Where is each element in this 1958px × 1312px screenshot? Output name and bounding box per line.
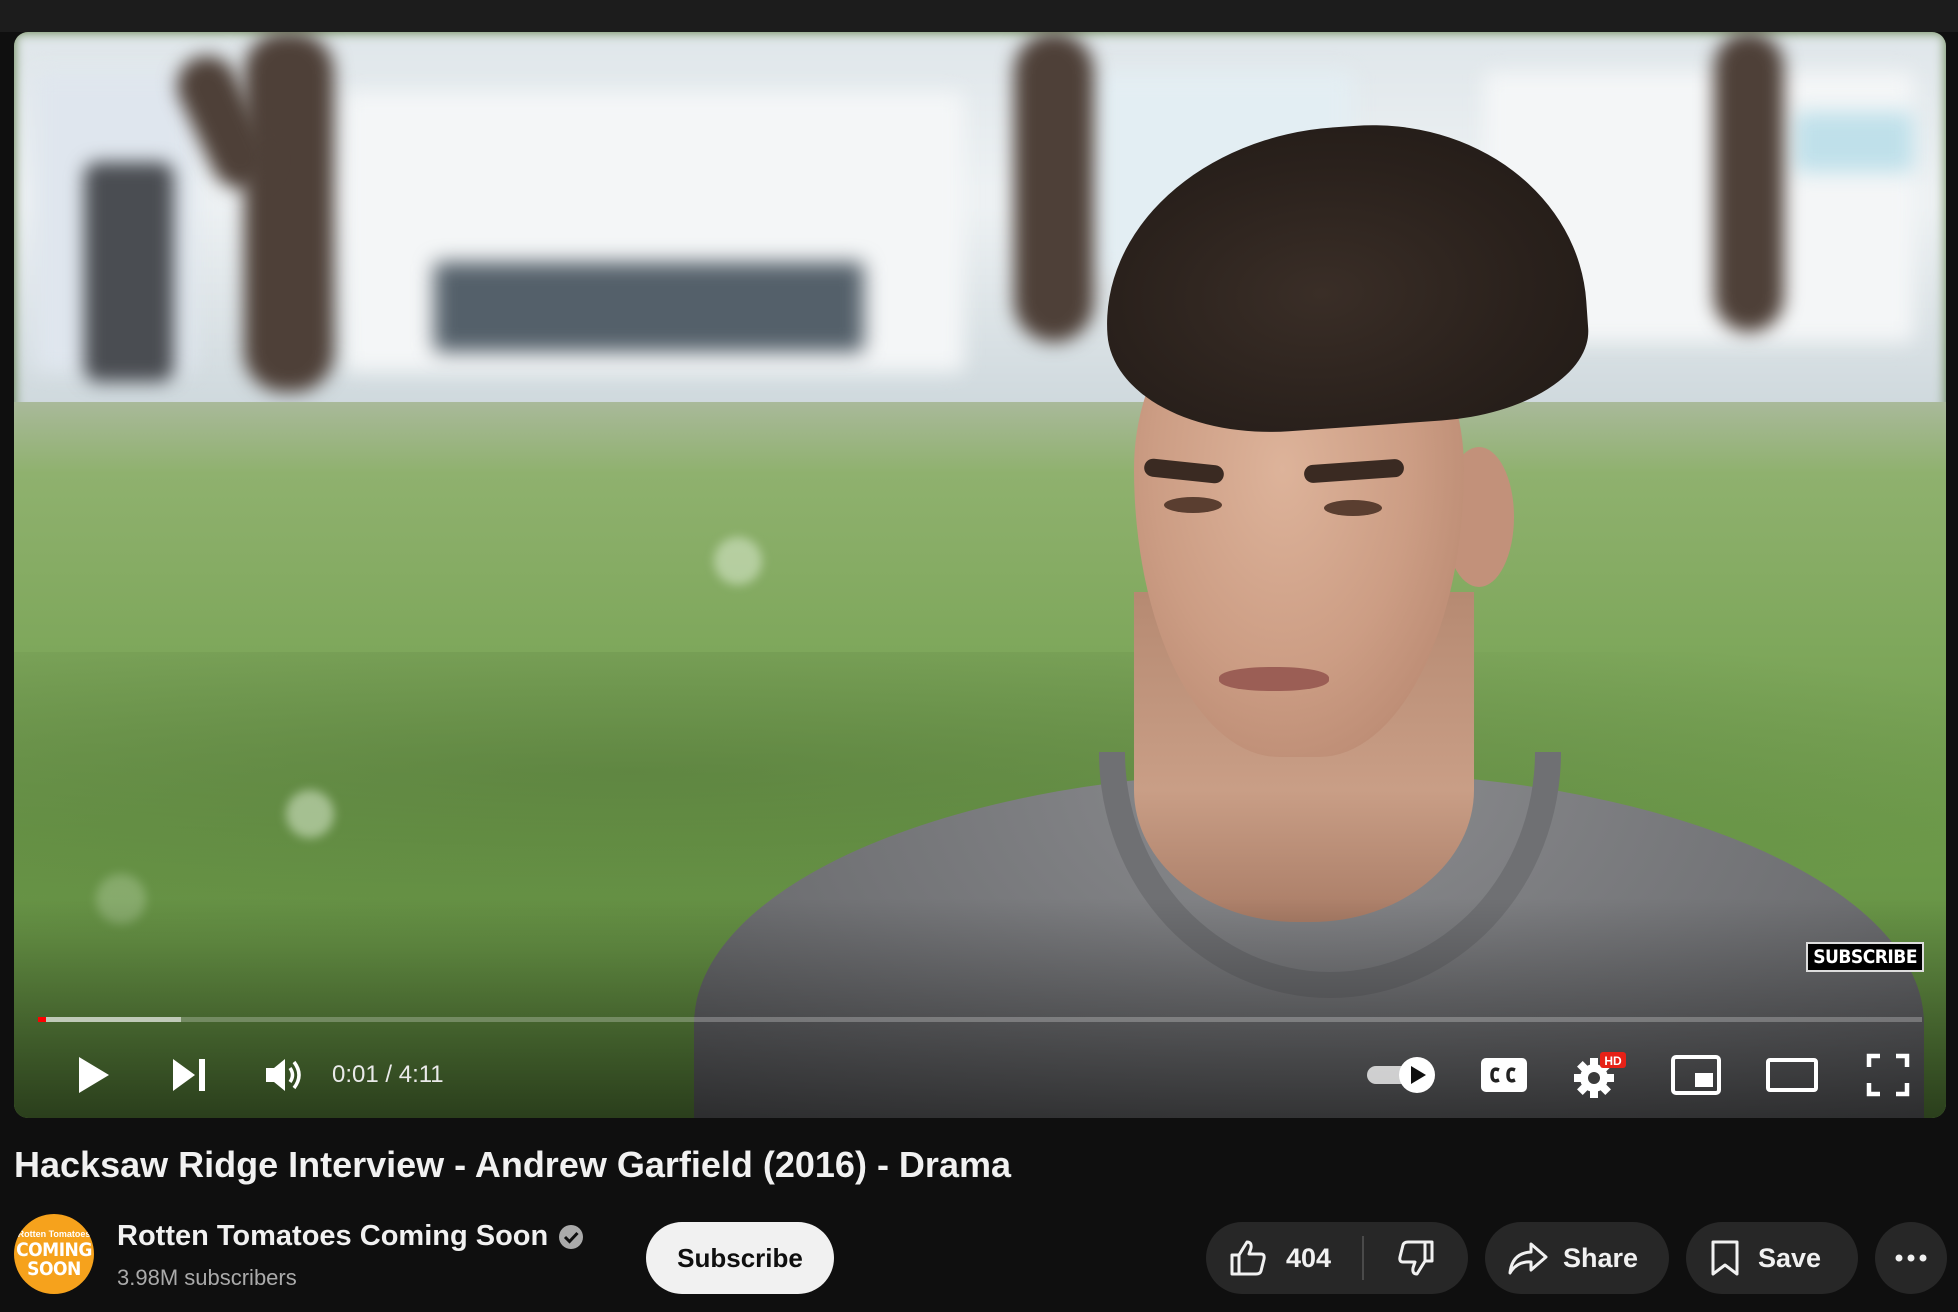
channel-name[interactable]: Rotten Tomatoes Coming Soon xyxy=(117,1220,548,1253)
progress-bar[interactable] xyxy=(38,1017,1922,1022)
volume-button[interactable] xyxy=(250,1042,320,1108)
settings-button[interactable]: HD xyxy=(1560,1042,1640,1108)
bookmark-icon xyxy=(1711,1240,1739,1276)
captions-icon xyxy=(1481,1058,1527,1092)
save-label: Save xyxy=(1758,1242,1822,1273)
miniplayer-icon xyxy=(1671,1055,1721,1095)
avatar-text-2: SOON xyxy=(27,1257,81,1280)
autoplay-toggle[interactable] xyxy=(1362,1042,1442,1108)
hd-badge: HD xyxy=(1604,1054,1622,1068)
share-icon xyxy=(1508,1242,1548,1275)
play-icon xyxy=(79,1057,109,1093)
fullscreen-button[interactable] xyxy=(1848,1042,1928,1108)
share-label: Share xyxy=(1563,1242,1639,1273)
save-button[interactable]: Save xyxy=(1686,1222,1858,1294)
volume-icon xyxy=(266,1059,301,1091)
like-dislike-bar: 404 xyxy=(1206,1222,1468,1294)
like-count: 404 xyxy=(1286,1242,1332,1273)
share-button[interactable]: Share xyxy=(1485,1222,1669,1294)
thumbs-down-icon xyxy=(1398,1240,1434,1276)
next-button[interactable] xyxy=(154,1042,224,1108)
like-button[interactable]: 404 xyxy=(1206,1222,1362,1294)
more-actions-button[interactable] xyxy=(1875,1222,1947,1294)
theater-button[interactable] xyxy=(1752,1042,1832,1108)
subscriber-count: 3.98M subscribers xyxy=(117,1265,297,1290)
more-icon xyxy=(1895,1254,1927,1262)
verified-icon xyxy=(559,1224,584,1249)
channel-name-row: Rotten Tomatoes Coming Soon xyxy=(117,1220,584,1253)
fullscreen-icon xyxy=(1866,1053,1910,1097)
thumbs-up-icon xyxy=(1230,1240,1266,1276)
miniplayer-button[interactable] xyxy=(1656,1042,1736,1108)
avatar-brand: Rotten Tomatoes xyxy=(17,1229,91,1240)
dislike-button[interactable] xyxy=(1364,1222,1468,1294)
subscribe-button[interactable]: Subscribe xyxy=(646,1222,834,1294)
autoplay-toggle-icon xyxy=(1367,1057,1435,1093)
time-display: 0:01 / 4:11 xyxy=(332,1061,444,1088)
subscribe-watermark[interactable]: SUBSCRIBE xyxy=(1806,942,1924,972)
player-controls: 0:01 / 4:11 HD xyxy=(14,1042,1946,1108)
channel-avatar[interactable]: Rotten Tomatoes COMING SOON xyxy=(14,1214,94,1294)
avatar-text-1: COMING xyxy=(16,1239,92,1262)
next-icon xyxy=(173,1059,205,1091)
top-bar xyxy=(0,0,1958,32)
theater-icon xyxy=(1766,1058,1818,1092)
video-player[interactable]: SUBSCRIBE 0:01 / 4:11 HD xyxy=(14,32,1946,1118)
video-title: Hacksaw Ridge Interview - Andrew Garfiel… xyxy=(14,1144,1011,1185)
buffer-bar xyxy=(38,1017,182,1022)
play-button[interactable] xyxy=(58,1042,128,1108)
played-bar xyxy=(38,1017,46,1022)
settings-icon: HD xyxy=(1574,1052,1626,1098)
captions-button[interactable] xyxy=(1466,1042,1542,1108)
